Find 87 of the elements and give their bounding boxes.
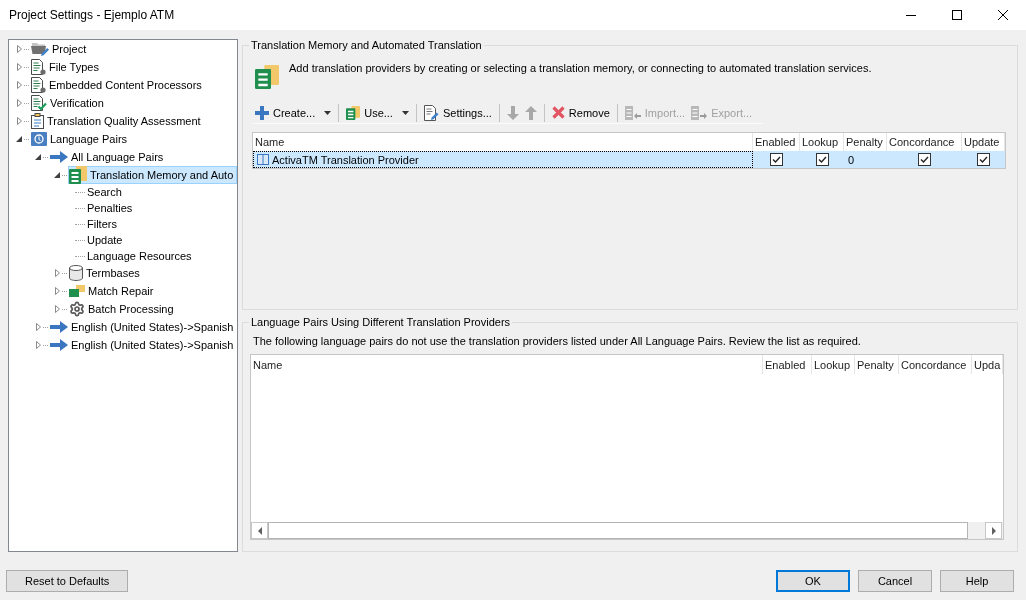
tree-item[interactable]: Update xyxy=(85,232,237,248)
caret-down-icon[interactable] xyxy=(16,136,22,142)
tree-item[interactable]: Embedded Content Processors xyxy=(30,76,237,94)
caret-right-icon[interactable] xyxy=(54,287,60,295)
tree-item[interactable]: Match Repair xyxy=(68,282,237,300)
caret-right-icon[interactable] xyxy=(35,341,41,349)
table-cell-text: 0 xyxy=(847,152,856,168)
settings-button[interactable]: Settings... xyxy=(420,102,495,123)
squares-icon xyxy=(69,285,85,297)
column-header[interactable]: Upda xyxy=(972,355,1003,374)
tree-item[interactable]: Filters xyxy=(85,216,237,232)
table-row[interactable]: ActivaTM Translation Provider 0 xyxy=(253,151,1005,168)
stack-icon xyxy=(346,105,361,120)
scroll-left-button[interactable] xyxy=(251,522,268,539)
dialog-button[interactable]: Reset to Defaults xyxy=(6,570,129,592)
tree-item[interactable]: File Types xyxy=(30,58,237,76)
remove-button[interactable]: Remove xyxy=(548,102,613,123)
column-header[interactable]: Lookup xyxy=(812,355,855,374)
stack-arrow-icon xyxy=(691,105,708,120)
cross-icon xyxy=(551,106,565,119)
document-icon xyxy=(31,59,46,75)
caret-left-icon xyxy=(257,526,262,535)
description-text: Add translation providers by creating or selecting a translation memory, or connecting to automated translation services. xyxy=(289,62,872,75)
document-pencil-icon xyxy=(423,104,439,121)
panel-icon xyxy=(257,154,269,165)
checkbox[interactable] xyxy=(815,153,829,166)
tree-item[interactable]: Verification xyxy=(30,94,237,112)
caret-right-icon[interactable] xyxy=(16,45,22,53)
tree-item[interactable]: Translation Quality Assessment xyxy=(30,112,237,130)
dialog-button[interactable]: Cancel xyxy=(858,570,932,592)
maximize-icon xyxy=(952,10,962,20)
dialog-button[interactable]: OK xyxy=(776,570,850,592)
caret-right-icon[interactable] xyxy=(54,305,60,313)
tree-item[interactable]: Language Resources xyxy=(85,248,237,264)
minimize-icon xyxy=(906,14,916,16)
group-title: Language Pairs Using Different Translation Providers xyxy=(250,315,512,329)
tree-item[interactable]: English (United States)->Spanish xyxy=(49,336,237,354)
document-icon xyxy=(31,77,46,93)
clipboard-icon xyxy=(31,113,44,129)
group-title: Translation Memory and Automated Translation xyxy=(250,38,483,52)
folder-pencil-icon xyxy=(31,42,49,56)
cylinder-icon xyxy=(69,265,83,281)
checkbox[interactable] xyxy=(918,153,931,166)
gear-icon xyxy=(69,301,85,317)
tree-item[interactable]: Penalties xyxy=(85,200,237,216)
checkbox[interactable] xyxy=(770,153,783,166)
stack-arrow-icon xyxy=(624,105,641,120)
stack-icon xyxy=(255,62,279,92)
arrow-right-icon xyxy=(50,339,68,351)
dialog-button[interactable]: Help xyxy=(940,570,1014,592)
arrow-right-icon xyxy=(50,321,68,333)
tree-item[interactable]: Search xyxy=(85,184,237,200)
column-header[interactable]: Concordance xyxy=(899,355,972,374)
tree-item[interactable]: Termbases xyxy=(68,264,237,282)
plus-icon xyxy=(255,105,269,120)
arrow-up-icon xyxy=(524,105,537,120)
column-header[interactable]: Enabled xyxy=(763,355,812,374)
arrow-right-icon xyxy=(50,151,68,163)
column-header[interactable]: Name xyxy=(251,355,763,374)
document-check-icon xyxy=(31,95,47,111)
checkbox[interactable] xyxy=(977,153,990,166)
window-title: Project Settings - Ejemplo ATM xyxy=(9,8,175,22)
description-text: The following language pairs do not use the translation providers listed under All Language Pairs. Review the list as required. xyxy=(253,335,862,348)
tree-item[interactable]: Project xyxy=(30,40,237,58)
caret-right-icon xyxy=(991,526,996,535)
scroll-right-button[interactable] xyxy=(985,522,1002,539)
tree-item[interactable]: Translation Memory and Auto xyxy=(68,166,237,184)
caret-down-icon[interactable] xyxy=(54,172,60,178)
tree-item[interactable]: Batch Processing xyxy=(68,300,237,318)
caret-right-icon[interactable] xyxy=(16,63,22,71)
circle-badge-icon xyxy=(31,132,47,146)
use-button[interactable]: Use... xyxy=(343,102,412,123)
column-header[interactable]: Penalty xyxy=(855,355,899,374)
create-button[interactable]: Create... xyxy=(252,102,335,123)
close-icon xyxy=(998,10,1008,20)
caret-down-icon[interactable] xyxy=(35,154,41,160)
caret-right-icon[interactable] xyxy=(16,99,22,107)
provider-name: ActivaTM Translation Provider xyxy=(272,153,419,166)
tree-item[interactable]: English (United States)->Spanish xyxy=(49,318,237,336)
caret-right-icon[interactable] xyxy=(16,81,22,89)
caret-right-icon[interactable] xyxy=(54,269,60,277)
caret-right-icon[interactable] xyxy=(16,117,22,125)
caret-right-icon[interactable] xyxy=(35,323,41,331)
stack-icon xyxy=(69,166,87,184)
tree-item[interactable]: All Language Pairs xyxy=(49,148,237,166)
arrow-down-icon xyxy=(506,105,519,120)
tree-item[interactable]: Language Pairs xyxy=(30,130,237,148)
